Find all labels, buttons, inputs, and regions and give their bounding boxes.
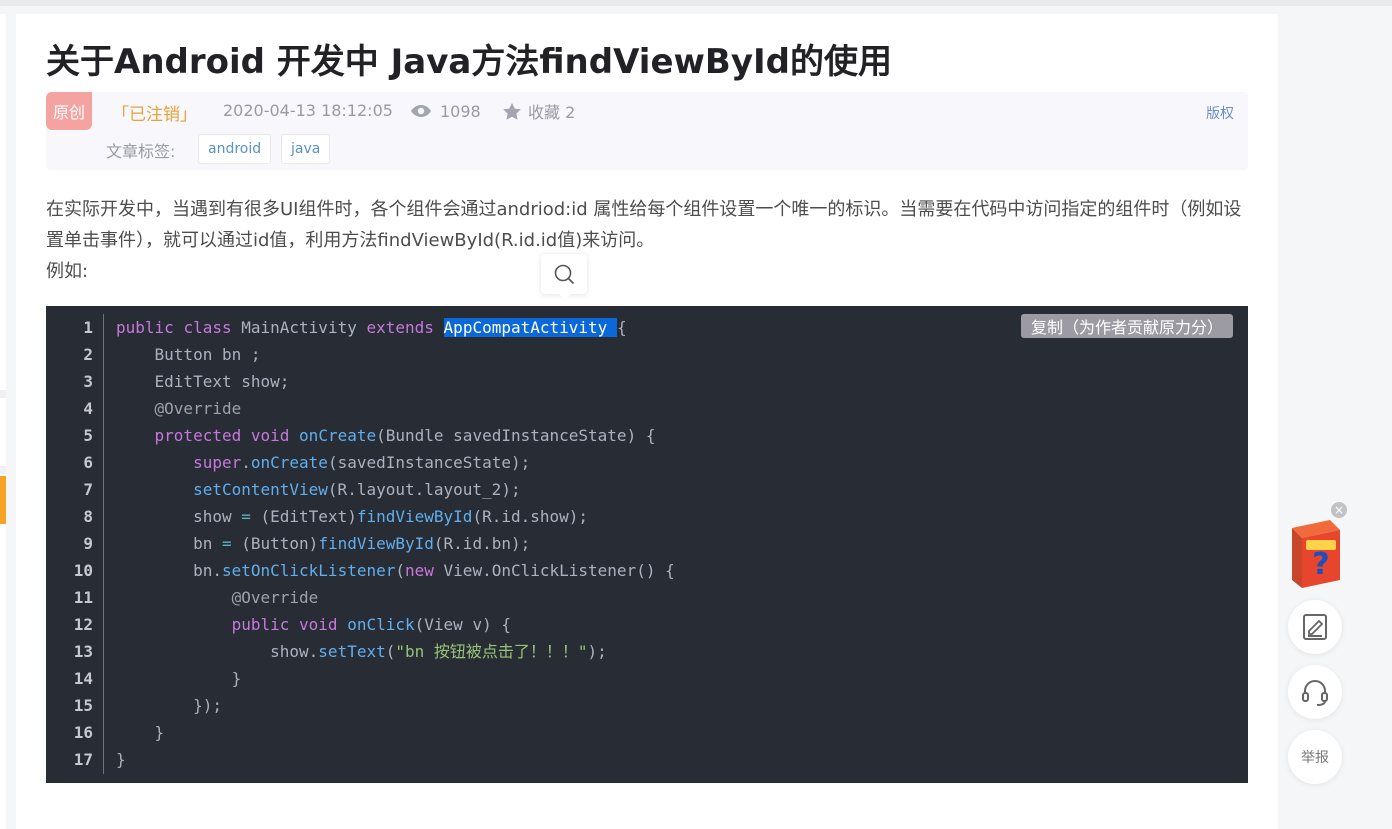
line-number: 17	[73, 750, 93, 769]
code-block: 1 2 3 4 5 6 7 8 9 10 11 12 13 14 15 16 17 public class M…	[46, 306, 1248, 783]
customer-service-button[interactable]	[1288, 665, 1342, 719]
code-line: EditText show;	[116, 372, 290, 391]
favorite-button[interactable]: 收藏 2	[502, 98, 575, 124]
line-number: 15	[73, 696, 93, 715]
code-line: }	[116, 750, 126, 769]
note-button[interactable]	[1288, 600, 1342, 654]
tag-java[interactable]: java	[281, 134, 331, 164]
promo-close-button[interactable]: ×	[1331, 502, 1347, 518]
line-number: 3	[83, 372, 93, 391]
close-icon: ×	[1333, 503, 1345, 517]
left-accent-bar[interactable]	[0, 476, 6, 524]
code-line: }	[116, 669, 242, 688]
code-line: public void onClick(View v) {	[231, 615, 511, 634]
code-line: public class MainActivity extends AppCom…	[116, 318, 627, 337]
body-paragraph: 在实际开发中，当遇到有很多UI组件时，各个组件会通过andriod:id 属性给…	[46, 199, 1242, 251]
code-line: bn.setOnClickListener(new View.OnClickLi…	[116, 561, 675, 580]
headset-icon	[1302, 680, 1328, 706]
search-icon	[554, 264, 574, 284]
line-number: 16	[73, 723, 93, 742]
code-line: Button bn ;	[116, 345, 261, 364]
article-meta: 原创 「已注销」 2020-04-13 18:12:05 1098 收藏 2 版…	[46, 92, 1248, 170]
star-icon	[503, 102, 521, 120]
publish-date: 2020-04-13 18:12:05	[223, 101, 393, 120]
code-line: super.onCreate(savedInstanceState);	[193, 453, 531, 472]
view-count-value: 1098	[440, 101, 481, 121]
tags-label: 文章标签:	[106, 142, 176, 161]
original-badge: 原创	[46, 92, 92, 130]
line-number: 8	[83, 507, 93, 526]
line-number: 1	[83, 318, 93, 337]
line-number: 2	[83, 345, 93, 364]
article-body: 在实际开发中，当遇到有很多UI组件时，各个组件会通过andriod:id 属性给…	[46, 194, 1251, 287]
top-strip	[0, 0, 1392, 6]
line-number: 13	[73, 642, 93, 661]
note-edit-icon	[1303, 614, 1327, 640]
selection-search-popup[interactable]	[541, 254, 587, 300]
left-column-divider	[0, 390, 6, 398]
tag-android[interactable]: android	[198, 134, 272, 164]
author-link[interactable]: 「已注销」	[112, 100, 197, 125]
selected-text: AppCompatActivity	[443, 318, 617, 337]
code-line: show.setText("bn 按钮被点击了！！！");	[116, 642, 607, 661]
favorite-count: 收藏 2	[528, 103, 576, 122]
report-label: 举报	[1301, 750, 1329, 766]
line-number: 12	[73, 615, 93, 634]
line-number-gutter: 1 2 3 4 5 6 7 8 9 10 11 12 13 14 15 16 17	[46, 314, 104, 774]
left-column-divider	[0, 466, 6, 474]
view-count: 1098	[410, 98, 481, 124]
line-number: 7	[83, 480, 93, 499]
eye-icon	[411, 105, 431, 117]
body-paragraph-example: 例如:	[46, 261, 89, 282]
line-number: 5	[83, 426, 93, 445]
code-line: show = (EditText)findViewById(R.id.show)…	[116, 507, 589, 526]
code-line: protected void onCreate(Bundle savedInst…	[154, 426, 656, 445]
report-button[interactable]: 举报	[1288, 730, 1342, 784]
promo-box-icon: ?	[1292, 520, 1340, 588]
promo-widget[interactable]: ?	[1286, 510, 1344, 590]
code-line: setContentView(R.layout.layout_2);	[193, 480, 521, 499]
article-card: 关于Android 开发中 Java方法findViewById的使用 原创 「…	[16, 14, 1278, 829]
code-line: bn = (Button)findViewById(R.id.bn);	[116, 534, 531, 553]
code-line: });	[116, 696, 222, 715]
code-line: @Override	[154, 399, 242, 418]
line-number: 6	[83, 453, 93, 472]
svg-text:?: ?	[1312, 547, 1329, 582]
code-lines[interactable]: public class MainActivity extends AppCom…	[116, 314, 675, 773]
copyright-link[interactable]: 版权	[1206, 103, 1234, 123]
line-number: 10	[73, 561, 93, 580]
line-number: 11	[73, 588, 93, 607]
line-number: 9	[83, 534, 93, 553]
copy-code-button[interactable]: 复制（为作者贡献原力分）	[1020, 314, 1233, 338]
left-column	[0, 14, 6, 829]
line-number: 14	[73, 669, 93, 688]
code-line: }	[116, 723, 165, 742]
article-title: 关于Android 开发中 Java方法findViewById的使用	[46, 42, 892, 82]
code-line: @Override	[231, 588, 319, 607]
line-number: 4	[83, 399, 93, 418]
